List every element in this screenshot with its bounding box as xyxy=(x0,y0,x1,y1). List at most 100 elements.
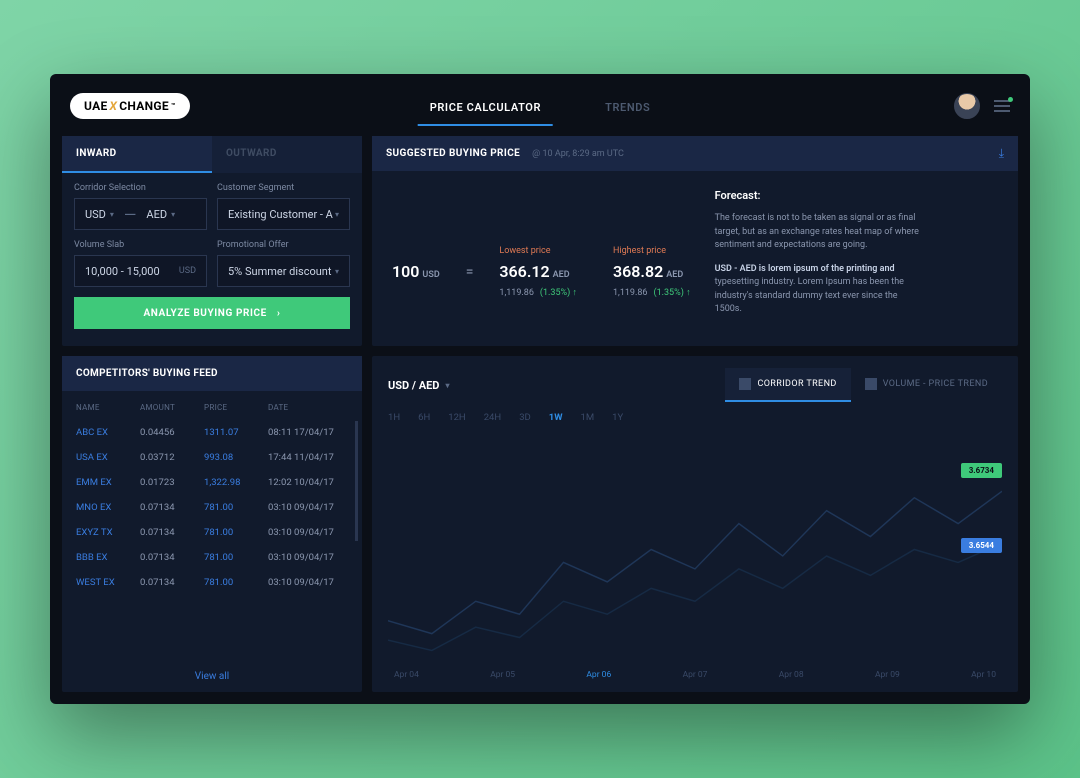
volume-label: Volume Slab xyxy=(74,240,207,250)
chevron-down-icon: ▾ xyxy=(171,210,175,219)
row-name[interactable]: BBB EX xyxy=(76,552,136,563)
pair-label: USD / AED xyxy=(388,379,439,392)
lowest-price-cur: AED xyxy=(553,270,570,280)
row-name[interactable]: WEST EX xyxy=(76,577,136,588)
topbar: UAEXCHANGE™ PRICE CALCULATOR TRENDS xyxy=(50,74,1030,126)
row-date: 12:02 10/04/17 xyxy=(268,477,348,488)
nav-tab-trends[interactable]: TRENDS xyxy=(593,87,662,126)
x-tick: Apr 09 xyxy=(875,670,900,680)
competitors-title: COMPETITORS' BUYING FEED xyxy=(62,356,362,391)
download-icon[interactable]: ⤓ xyxy=(999,146,1004,161)
highest-pct: (1.35%) xyxy=(653,288,683,298)
suggested-timestamp: @ 10 Apr, 8:29 am UTC xyxy=(532,149,624,159)
volume-input[interactable]: 10,000 - 15,000 USD xyxy=(74,255,207,287)
competitors-table: NAME AMOUNT PRICE DATE ABC EX 0.04456 13… xyxy=(62,391,362,663)
range-1W[interactable]: 1W xyxy=(549,412,563,423)
brand-tm: ™ xyxy=(171,102,176,110)
range-3D[interactable]: 3D xyxy=(519,412,531,423)
pair-dropdown[interactable]: USD / AED ▾ xyxy=(388,379,449,392)
row-name[interactable]: EXYZ TX xyxy=(76,527,136,538)
row-price: 781.00 xyxy=(204,577,264,588)
corridor-from: USD xyxy=(85,208,106,221)
table-row[interactable]: USA EX 0.03712 993.08 17:44 11/04/17 xyxy=(76,445,348,470)
range-1H[interactable]: 1H xyxy=(388,412,400,423)
table-row[interactable]: BBB EX 0.07134 781.00 03:10 09/04/17 xyxy=(76,545,348,570)
scrollbar[interactable] xyxy=(355,421,358,541)
segment-value: Existing Customer - A xyxy=(228,208,333,221)
row-name[interactable]: ABC EX xyxy=(76,427,136,438)
row-price: 1,322.98 xyxy=(204,477,264,488)
forecast-bold: USD - AED is lorem ipsum of the printing… xyxy=(715,264,895,274)
row-amount: 0.07134 xyxy=(140,552,200,563)
row-date: 03:10 09/04/17 xyxy=(268,552,348,563)
arrow-up-icon: ↑ xyxy=(572,288,577,298)
chart-tab-label: CORRIDOR TREND xyxy=(757,379,836,389)
nav-tab-price-calculator[interactable]: PRICE CALCULATOR xyxy=(418,87,553,126)
x-tick: Apr 07 xyxy=(683,670,708,680)
col-date: DATE xyxy=(268,403,348,412)
form-panel: INWARD OUTWARD Corridor Selection USD▾ —… xyxy=(62,136,362,346)
row-name[interactable]: USA EX xyxy=(76,452,136,463)
table-row[interactable]: MNO EX 0.07134 781.00 03:10 09/04/17 xyxy=(76,495,348,520)
table-row[interactable]: WEST EX 0.07134 781.00 03:10 09/04/17 xyxy=(76,570,348,595)
user-avatar[interactable] xyxy=(954,93,980,119)
candlestick-chart xyxy=(388,433,1002,666)
chart-tab-corridor-trend[interactable]: CORRIDOR TREND xyxy=(725,368,850,402)
forecast-title: Forecast: xyxy=(715,189,925,202)
highest-price-label: Highest price xyxy=(613,246,691,256)
promo-value: 5% Summer discount xyxy=(228,265,331,278)
row-name[interactable]: MNO EX xyxy=(76,502,136,513)
table-row[interactable]: EMM EX 0.01723 1,322.98 12:02 10/04/17 xyxy=(76,470,348,495)
chart-tab-volume-price-trend[interactable]: VOLUME - PRICE TREND xyxy=(851,368,1002,402)
top-nav-tabs: PRICE CALCULATOR TRENDS xyxy=(418,87,663,126)
col-price: PRICE xyxy=(204,403,264,412)
base-amount: 100USD xyxy=(392,262,440,281)
x-tick: Apr 06 xyxy=(586,670,611,680)
chart-area[interactable]: 3.6734 3.6544 xyxy=(388,433,1002,666)
highest-sub: 1,119.86 xyxy=(613,288,648,298)
chevron-right-icon: › xyxy=(277,308,281,319)
table-row[interactable]: ABC EX 0.04456 1311.07 08:11 17/04/17 xyxy=(76,420,348,445)
competitors-panel: COMPETITORS' BUYING FEED NAME AMOUNT PRI… xyxy=(62,356,362,692)
row-name[interactable]: EMM EX xyxy=(76,477,136,488)
direction-tab-inward[interactable]: INWARD xyxy=(62,136,212,173)
row-amount: 0.03712 xyxy=(140,452,200,463)
col-name: NAME xyxy=(76,403,136,412)
row-amount: 0.01723 xyxy=(140,477,200,488)
forecast-p2: typesetting industry. Lorem Ipsum has be… xyxy=(715,277,904,314)
forecast-block: Forecast: The forecast is not to be take… xyxy=(715,189,925,332)
analyze-button[interactable]: ANALYZE BUYING PRICE › xyxy=(74,297,350,329)
segment-select[interactable]: Existing Customer - A ▾ xyxy=(217,198,350,230)
row-price: 1311.07 xyxy=(204,427,264,438)
brand-x-icon: X xyxy=(110,99,118,113)
equals-icon: = xyxy=(466,264,474,280)
col-amount: AMOUNT xyxy=(140,403,200,412)
menu-icon[interactable] xyxy=(994,100,1010,112)
range-1Y[interactable]: 1Y xyxy=(612,412,623,423)
suggested-title: SUGGESTED BUYING PRICE xyxy=(386,148,520,159)
range-24H[interactable]: 24H xyxy=(484,412,501,423)
highest-price-cur: AED xyxy=(666,270,683,280)
chart-type-tabs: CORRIDOR TREND VOLUME - PRICE TREND xyxy=(725,368,1002,402)
row-price: 781.00 xyxy=(204,527,264,538)
range-6H[interactable]: 6H xyxy=(418,412,430,423)
table-row[interactable]: EXYZ TX 0.07134 781.00 03:10 09/04/17 xyxy=(76,520,348,545)
row-amount: 0.07134 xyxy=(140,502,200,513)
chart-tab-label: VOLUME - PRICE TREND xyxy=(883,379,988,389)
brand-logo: UAEXCHANGE™ xyxy=(70,93,190,119)
range-12H[interactable]: 12H xyxy=(448,412,465,423)
lowest-sub: 1,119.86 xyxy=(499,288,534,298)
row-price: 781.00 xyxy=(204,552,264,563)
x-tick: Apr 08 xyxy=(779,670,804,680)
range-1M[interactable]: 1M xyxy=(581,412,595,423)
view-all-link[interactable]: View all xyxy=(62,663,362,692)
chevron-down-icon: ▾ xyxy=(110,210,114,219)
highest-price-value: 368.82 xyxy=(613,262,663,281)
chart-type-icon xyxy=(739,378,751,390)
chevron-down-icon: ▾ xyxy=(335,267,339,276)
corridor-select[interactable]: USD▾ — AED▾ xyxy=(74,198,207,230)
buy-badge: 3.6734 xyxy=(961,463,1002,478)
promo-select[interactable]: 5% Summer discount ▾ xyxy=(217,255,350,287)
volume-value: 10,000 - 15,000 xyxy=(85,265,160,278)
direction-tab-outward[interactable]: OUTWARD xyxy=(212,136,362,173)
